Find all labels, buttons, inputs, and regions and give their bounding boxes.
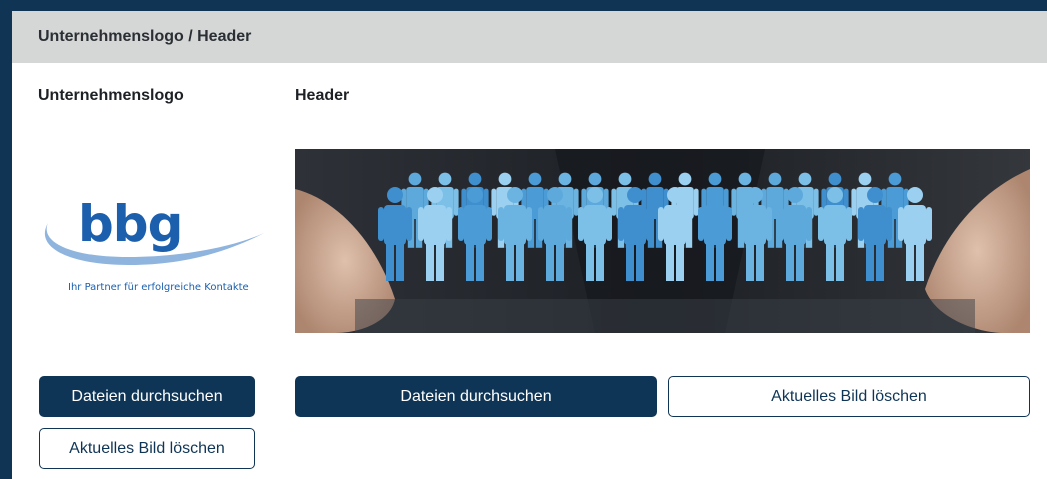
logo-tagline: Ihr Partner für erfolgreiche Kontakte (68, 282, 249, 293)
logo-wordmark: bbg (78, 195, 182, 253)
header-image (295, 149, 1030, 333)
logo-delete-image-button[interactable]: Aktuelles Bild löschen (39, 428, 255, 469)
company-logo: bbg Ihr Partner für erfolgreiche Kontakt… (38, 183, 268, 305)
header-browse-files-button[interactable]: Dateien durchsuchen (295, 376, 657, 417)
logo-section-label: Unternehmenslogo (38, 87, 184, 104)
header-section-label: Header (295, 87, 350, 104)
logo-browse-files-button[interactable]: Dateien durchsuchen (39, 376, 255, 417)
panel-title: Unternehmenslogo / Header (12, 11, 1047, 63)
logo-header-panel: Unternehmenslogo / Header Unternehmenslo… (12, 11, 1047, 479)
header-delete-image-button[interactable]: Aktuelles Bild löschen (668, 376, 1030, 417)
